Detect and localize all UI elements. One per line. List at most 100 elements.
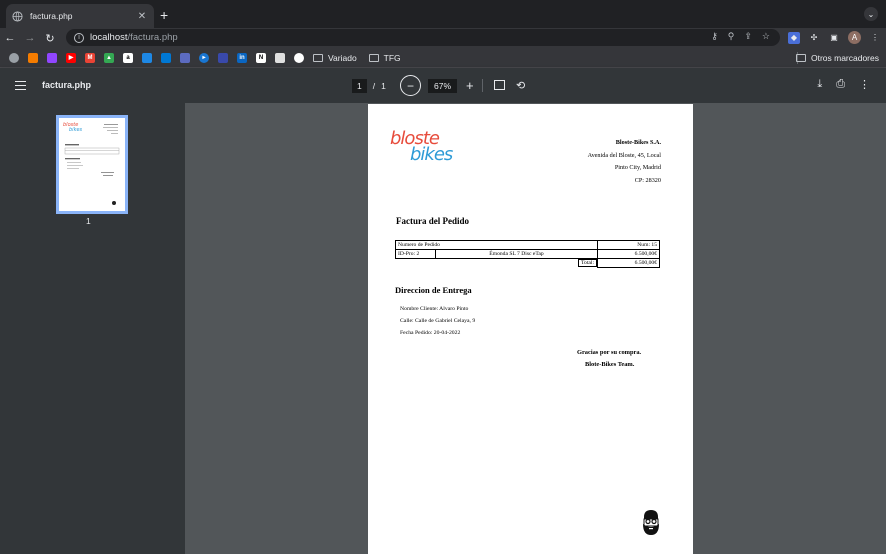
profile-avatar[interactable]: A <box>848 31 861 44</box>
tab-search-chevron-icon[interactable]: ⌄ <box>864 7 878 21</box>
product-id-cell: ID-Pro: 2 <box>395 249 436 259</box>
pdf-viewer[interactable]: bloste bikes Bloste-Bikes S.A. Avenida d… <box>185 103 886 554</box>
bearded-face-icon <box>643 510 659 535</box>
other-bookmarks[interactable]: Otros marcadores <box>795 53 879 63</box>
pdf-toolbar: factura.php 1 / 1 − 67% + ⟲ ⤓ ⎙ ⋮ <box>0 68 886 103</box>
bookmark-outlook-icon[interactable] <box>161 52 171 63</box>
address-bar[interactable]: i localhost/factura.php ⚷ ⚲ ⇪ ☆ <box>66 29 780 46</box>
reload-icon[interactable]: ↻ <box>40 32 60 45</box>
order-label-cell: Numero de Pedido <box>395 240 598 250</box>
tab-factura[interactable]: factura.php ✕ <box>6 4 154 28</box>
back-arrow-icon[interactable]: ← <box>0 32 20 44</box>
page-number-input[interactable]: 1 <box>352 79 367 93</box>
zoom-level-input[interactable]: 67% <box>428 78 458 93</box>
extensions-area: ◆ ✣ ▣ A ⋮ <box>788 31 881 44</box>
browser-toolbar: ← → ↻ i localhost/factura.php ⚷ ⚲ ⇪ ☆ <box>0 28 886 48</box>
shield-extension-icon[interactable]: ◆ <box>788 31 800 44</box>
rotate-icon[interactable]: ⟲ <box>516 79 525 92</box>
forward-arrow-icon[interactable]: → <box>20 32 40 44</box>
new-tab-button[interactable]: + <box>160 7 168 23</box>
bookmark-calendar-icon[interactable] <box>275 52 285 63</box>
order-date: Fecha Pedido: 20-04-2022 <box>400 330 461 337</box>
company-postal: CP: 28320 <box>634 176 661 184</box>
menu-hamburger-icon[interactable] <box>15 81 26 90</box>
zoom-controls: − 67% + <box>400 75 474 96</box>
zoom-magnifier-icon[interactable]: ⚲ <box>728 31 735 42</box>
product-price-cell: 6.500,00€ <box>597 249 660 259</box>
bookmark-cloud-icon[interactable] <box>9 52 19 63</box>
toolbar-divider <box>482 79 483 92</box>
bookmark-docs-icon[interactable] <box>180 52 190 63</box>
other-bookmarks-label: Otros marcadores <box>810 53 879 63</box>
company-city: Pinto City, Madrid <box>614 164 661 171</box>
folder-icon <box>795 54 806 62</box>
pdf-page: bloste bikes Bloste-Bikes S.A. Avenida d… <box>368 104 693 554</box>
company-name: Bloste-Bikes S.A. <box>615 139 661 146</box>
bookmark-drive-icon[interactable]: ▲ <box>104 52 114 63</box>
bookmark-star-icon[interactable]: ☆ <box>762 31 770 42</box>
url-path: /factura.php <box>127 32 178 43</box>
folder-icon <box>368 53 379 62</box>
bookmarks-bar: ▶ M ▲ a ▸ in N Variado TFG Otros marcado… <box>0 48 886 68</box>
bookmark-folder-tfg[interactable]: TFG <box>368 52 401 63</box>
company-info: Bloste-Bikes S.A. Avenida del Bloste, 45… <box>588 137 661 187</box>
download-icon[interactable]: ⤓ <box>817 78 822 91</box>
table-row: ID-Pro: 2 Émonda SL 7 Disc eTap 6.500,00… <box>395 249 660 259</box>
close-tab-icon[interactable]: ✕ <box>136 11 148 22</box>
delivery-address: Nombre Cliente: Alvaro Pinto Calle: Call… <box>400 303 475 340</box>
invoice-table: Numero de Pedido Num: 15 ID-Pro: 2 Émond… <box>395 240 660 268</box>
total-label: Total: <box>578 259 597 268</box>
empty-cell <box>396 259 436 268</box>
page-thumbnail[interactable]: bloste bikes <box>56 115 128 214</box>
zoom-in-button[interactable]: + <box>466 78 474 93</box>
more-actions-icon[interactable]: ⋮ <box>859 78 870 91</box>
bookmark-tinder-icon[interactable] <box>28 52 38 63</box>
bookmark-linkedin-icon[interactable]: in <box>237 52 247 63</box>
bookmark-twitch-icon[interactable] <box>47 52 57 63</box>
share-icon[interactable]: ⇪ <box>744 31 752 42</box>
print-icon[interactable]: ⎙ <box>836 78 845 91</box>
globe-icon <box>12 10 23 22</box>
thanks-line-2: Blote-Bikes Team. <box>585 360 635 368</box>
table-row: Numero de Pedido Num: 15 <box>395 240 660 250</box>
kebab-menu-icon[interactable]: ⋮ <box>869 32 881 44</box>
page-separator: / <box>372 81 376 91</box>
site-info-icon[interactable]: i <box>74 32 84 43</box>
thanks-line-1: Gracias por su compra. <box>577 349 642 356</box>
tab-title: factura.php <box>30 11 73 21</box>
bookmark-edu-icon[interactable] <box>142 52 152 63</box>
thumbnail-sidebar: bloste bikes 1 <box>0 103 185 554</box>
order-number-cell: Num: 15 <box>597 240 660 250</box>
puzzle-extensions-icon[interactable]: ✣ <box>808 32 820 44</box>
side-panel-icon[interactable]: ▣ <box>828 32 840 44</box>
thanks-message: Gracias por su compra. Blote-Bikes Team. <box>368 347 693 370</box>
bookmark-amazon-icon[interactable]: a <box>123 52 133 63</box>
thumbnail-page-number: 1 <box>86 216 91 226</box>
bloste-bikes-logo: bloste bikes <box>390 128 454 164</box>
thumbnail-preview: bloste bikes <box>63 122 120 205</box>
folder-icon <box>313 53 323 62</box>
bookmark-mail-icon[interactable] <box>218 52 228 63</box>
svg-text:bikes: bikes <box>410 144 453 164</box>
total-label-cell: Total: <box>435 258 598 268</box>
bookmark-notion-icon[interactable]: N <box>256 52 266 63</box>
fit-to-page-icon[interactable] <box>494 80 505 90</box>
company-address: Avenida del Bloste, 45, Local <box>587 151 661 159</box>
bookmark-play-icon[interactable]: ▸ <box>199 52 209 63</box>
street-address: Calle: Calle de Gabriel Celaya, 9 <box>400 318 476 325</box>
pdf-right-tools: ⤓ ⎙ ⋮ <box>817 78 870 91</box>
folder-label: TFG <box>383 52 401 63</box>
folder-label: Variado <box>328 52 357 63</box>
key-icon[interactable]: ⚷ <box>711 31 718 42</box>
bookmark-gmail-icon[interactable]: M <box>85 52 95 63</box>
invoice-title: Factura del Pedido <box>396 216 469 226</box>
bookmark-github-icon[interactable] <box>294 52 304 63</box>
bookmark-folder-variado[interactable]: Variado <box>313 53 357 63</box>
product-name-cell: Émonda SL 7 Disc eTap <box>435 249 598 259</box>
bookmark-youtube-icon[interactable]: ▶ <box>66 52 76 63</box>
delivery-title: Direccion de Entrega <box>395 285 472 295</box>
svg-text:bikes: bikes <box>69 127 83 133</box>
page-selector: 1 / 1 <box>352 79 386 93</box>
customer-name: Nombre Cliente: Alvaro Pinto <box>400 306 469 312</box>
zoom-out-button[interactable]: − <box>400 75 421 96</box>
